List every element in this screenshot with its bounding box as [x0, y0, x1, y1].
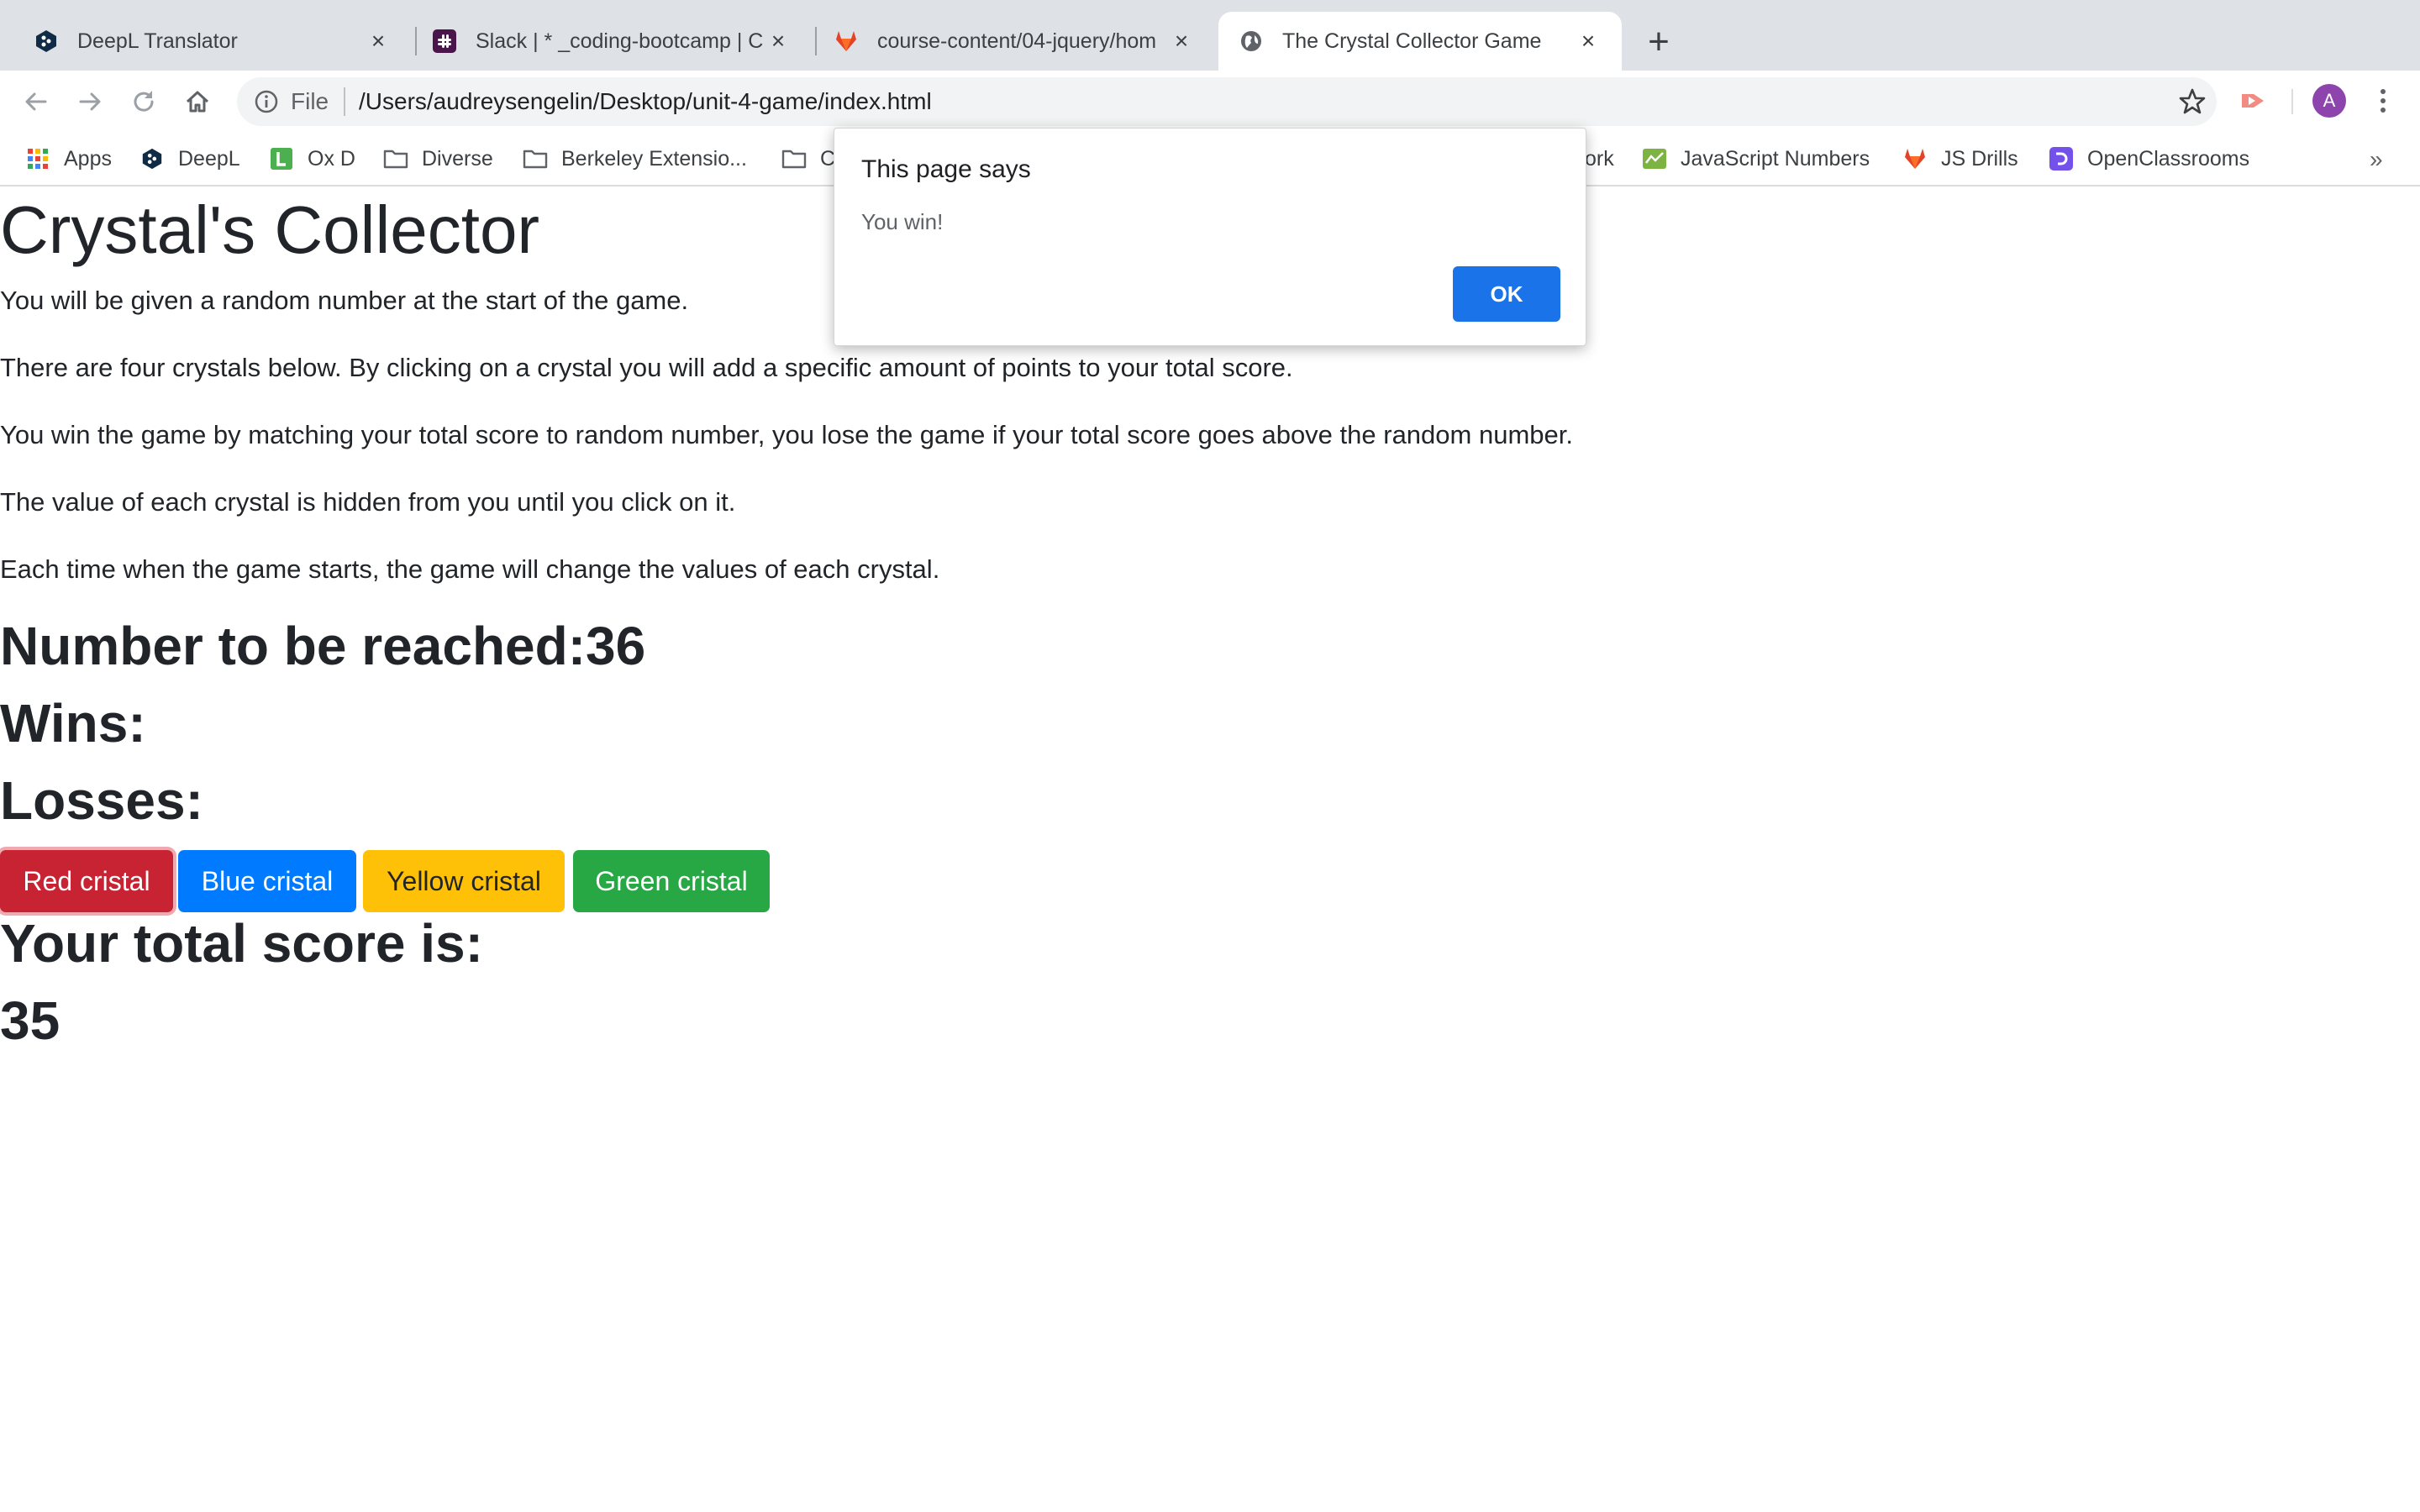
forward-arrow-icon: [79, 92, 101, 111]
total-score-label: Your total score is:: [0, 913, 483, 974]
alert-dialog: This page says You win! OK: [834, 128, 1586, 346]
apps-grid-icon: [25, 146, 50, 171]
deepl-icon: [34, 29, 59, 54]
tab-title: DeepL Translator: [77, 29, 238, 53]
bookmarks-overflow-icon[interactable]: »: [2370, 146, 2383, 173]
address-divider: [344, 87, 345, 116]
close-tab-icon[interactable]: ×: [1575, 28, 1602, 55]
ox-d-icon: [269, 146, 294, 171]
folder-icon: [781, 146, 807, 171]
dialog-title: This page says: [861, 155, 1031, 183]
dialog-message: You win!: [861, 209, 944, 234]
tab-crystal-collector[interactable]: The Crystal Collector Game ×: [1218, 12, 1622, 71]
tab-gitlab[interactable]: course-content/04-jquery/hom ×: [803, 12, 1215, 71]
folder-icon: [383, 146, 408, 171]
url-text[interactable]: /Users/audreysengelin/Desktop/unit-4-gam…: [359, 88, 932, 115]
tab-strip: DeepL Translator × Slack | * _coding-boo…: [0, 0, 2420, 71]
bookmark-label: Apps: [64, 146, 112, 171]
slack-icon: [432, 29, 457, 54]
losses-counter: Losses:: [0, 770, 203, 831]
browser-toolbar: File /Users/audreysengelin/Desktop/unit-…: [0, 71, 2420, 131]
bookmark-label: OpenClassrooms: [2087, 146, 2250, 171]
dialog-ok-button[interactable]: OK: [1453, 266, 1560, 322]
tab-title: The Crystal Collector Game: [1282, 29, 1542, 53]
page-title: Crystal's Collector: [0, 192, 540, 267]
chart-icon: [1642, 146, 1667, 171]
blue-crystal-button[interactable]: Blue cristal: [178, 850, 356, 912]
gitlab-icon: [834, 29, 859, 54]
tab-title: course-content/04-jquery/hom: [877, 29, 1157, 53]
tab-title: Slack | * _coding-bootcamp | C: [476, 29, 764, 53]
instruction-paragraph: You win the game by matching your total …: [0, 420, 1573, 449]
new-tab-button[interactable]: +: [1640, 21, 1677, 62]
wins-counter: Wins:: [0, 693, 146, 753]
info-icon[interactable]: [254, 89, 279, 114]
bookmark-js-drills[interactable]: JS Drills: [1902, 139, 2018, 178]
tab-slack[interactable]: Slack | * _coding-bootcamp | C ×: [402, 12, 812, 71]
scheme-label: File: [291, 88, 329, 114]
bookmark-ox-d[interactable]: Ox D: [269, 139, 355, 178]
reload-icon: [134, 91, 154, 112]
instruction-paragraph: The value of each crystal is hidden from…: [0, 487, 736, 517]
instruction-paragraph: There are four crystals below. By clicki…: [0, 353, 1293, 382]
bookmark-apps[interactable]: Apps: [25, 139, 112, 178]
bookmark-folder-c[interactable]: C: [781, 139, 835, 178]
profile-avatar[interactable]: A: [2312, 84, 2346, 118]
tab-deepl[interactable]: DeepL Translator ×: [0, 12, 412, 71]
total-score-value: 35: [0, 990, 60, 1051]
deepl-icon: [139, 146, 165, 171]
instruction-paragraph: You will be given a random number at the…: [0, 286, 689, 315]
close-tab-icon[interactable]: ×: [365, 28, 392, 55]
bookmark-javascript-numbers[interactable]: JavaScript Numbers: [1642, 139, 1870, 178]
reload-button[interactable]: [128, 86, 160, 118]
instruction-paragraph: Each time when the game starts, the game…: [0, 554, 940, 584]
back-arrow-icon: [25, 92, 47, 111]
back-button[interactable]: [20, 86, 52, 118]
bookmark-label: Ox D: [308, 146, 355, 171]
bookmark-folder-diverse[interactable]: Diverse: [383, 139, 493, 178]
bookmark-label: JS Drills: [1941, 146, 2018, 171]
bookmark-label: Berkeley Extensio...: [561, 146, 747, 171]
bookmark-star-icon[interactable]: [2178, 87, 2207, 116]
red-crystal-button[interactable]: Red cristal: [0, 850, 173, 912]
bookmark-label: Diverse: [422, 146, 493, 171]
globe-icon: [1239, 29, 1264, 54]
bookmark-label: ork: [1585, 146, 1614, 171]
home-button[interactable]: [182, 86, 213, 118]
forward-button[interactable]: [74, 86, 106, 118]
green-crystal-button[interactable]: Green cristal: [573, 850, 770, 912]
gitlab-icon: [1902, 146, 1928, 171]
bookmark-deepl[interactable]: DeepL: [139, 139, 240, 178]
toolbar-divider: [2291, 89, 2293, 114]
browser-menu-icon[interactable]: [2368, 84, 2398, 118]
page-content: Crystal's Collector You will be given a …: [0, 186, 2420, 1512]
folder-icon: [523, 146, 548, 171]
bookmark-folder-berkeley[interactable]: Berkeley Extensio...: [523, 139, 747, 178]
bookmark-label: JavaScript Numbers: [1681, 146, 1870, 171]
bookmark-partial[interactable]: ork: [1585, 139, 1614, 178]
openclassrooms-icon: [2049, 146, 2074, 171]
extension-icon[interactable]: [2238, 86, 2269, 116]
bookmark-openclassrooms[interactable]: OpenClassrooms: [2049, 139, 2249, 178]
target-number: Number to be reached:36: [0, 616, 646, 676]
home-icon: [186, 91, 209, 113]
close-tab-icon[interactable]: ×: [1168, 28, 1195, 55]
yellow-crystal-button[interactable]: Yellow cristal: [363, 850, 565, 912]
address-bar[interactable]: File /Users/audreysengelin/Desktop/unit-…: [237, 77, 2217, 126]
bookmark-label: DeepL: [178, 146, 240, 171]
close-tab-icon[interactable]: ×: [765, 28, 792, 55]
